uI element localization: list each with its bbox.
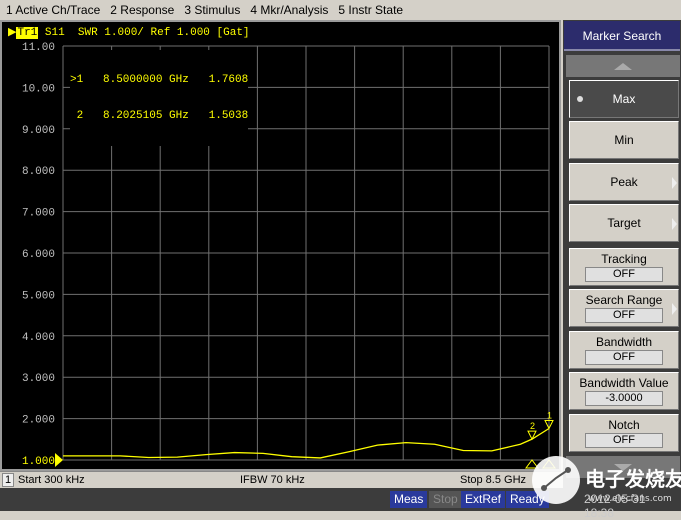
stop-frequency: Stop 8.5 GHz	[460, 474, 527, 486]
marker-2-position-icon	[524, 459, 539, 469]
selected-dot-icon	[577, 96, 583, 102]
search-range-value: OFF	[585, 308, 663, 323]
trace-header: ▶Tr1 S11 SWR 1.000/ Ref 1.000 [Gat]	[8, 27, 250, 39]
marker-readout: >1 8.5000000 GHz 1.7608 2 8.2025105 GHz …	[70, 50, 249, 146]
bandwidth-value-label: Bandwidth Value	[579, 376, 669, 390]
y-tick-label: 8.000	[22, 166, 55, 178]
menu-mkr-analysis[interactable]: 4 Mkr/Analysis	[250, 3, 328, 17]
scroll-up-button[interactable]	[566, 55, 680, 77]
target-button[interactable]: Target	[569, 204, 679, 242]
reference-level-marker-icon	[55, 453, 63, 467]
stop-indicator: Stop	[429, 491, 462, 508]
search-range-button[interactable]: Search Range OFF	[569, 289, 679, 327]
marker-1-position-icon	[542, 459, 556, 469]
y-tick-label: 2.000	[22, 415, 55, 427]
softkey-panel: Marker Search Max Min Peak Target Tracki…	[563, 20, 681, 488]
y-tick-label: 3.000	[22, 373, 55, 385]
scroll-down-button[interactable]	[566, 456, 680, 478]
y-tick-label: 6.000	[22, 249, 55, 261]
datetime: 2012-05-31 18:38	[580, 491, 681, 520]
bandwidth-label: Bandwidth	[595, 335, 653, 349]
measurement-display: 11.00 10.00 9.000 8.000 7.000 6.000 5.000 4.000…	[0, 20, 561, 471]
up-arrow-icon	[614, 62, 632, 70]
tracking-button[interactable]: Tracking OFF	[569, 248, 679, 286]
notch-label: Notch	[608, 418, 640, 432]
menu-stimulus[interactable]: 3 Stimulus	[184, 3, 240, 17]
y-tick-label: 11.00	[22, 42, 55, 54]
submenu-arrow-icon	[672, 218, 677, 230]
y-tick-label: 5.000	[22, 290, 55, 302]
tracking-value: OFF	[585, 267, 663, 282]
tracking-label: Tracking	[601, 252, 647, 266]
start-frequency: Start 300 kHz	[18, 474, 85, 486]
target-label: Target	[607, 216, 641, 230]
y-tick-label: 10.00	[22, 83, 55, 95]
menu-bar: 1 Active Ch/Trace 2 Response 3 Stimulus …	[0, 0, 681, 20]
instrument-status-bar: Meas Stop ExtRef Ready 2012-05-31 18:38	[0, 488, 681, 520]
peak-label: Peak	[610, 175, 638, 189]
peak-button[interactable]: Peak	[569, 163, 679, 201]
min-label: Min	[614, 133, 634, 147]
extref-indicator: ExtRef	[461, 491, 506, 508]
marker-2-label: 2	[530, 421, 535, 431]
down-arrow-icon	[614, 463, 632, 471]
marker-1-label: 1	[547, 411, 552, 421]
notch-button[interactable]: Notch OFF	[569, 414, 679, 452]
menu-response[interactable]: 2 Response	[110, 3, 174, 17]
bandwidth-button[interactable]: Bandwidth OFF	[569, 331, 679, 369]
bandwidth-value: OFF	[585, 350, 663, 365]
y-tick-label: 4.000	[22, 332, 55, 344]
y-tick-label: 1.000	[22, 456, 55, 468]
marker-1-readout: >1 8.5000000 GHz 1.7608	[70, 74, 249, 86]
menu-active-ch-trace[interactable]: 1 Active Ch/Trace	[6, 3, 100, 17]
max-button[interactable]: Max	[569, 80, 679, 118]
submenu-arrow-icon	[672, 303, 677, 315]
meas-indicator: Meas	[390, 491, 428, 508]
channel-status-line: 1 Start 300 kHz IFBW 70 kHz Stop 8.5 GHz	[0, 471, 561, 488]
marker-2-readout: 2 8.2025105 GHz 1.5038	[70, 110, 249, 122]
submenu-arrow-icon	[672, 177, 677, 189]
ready-indicator: Ready	[506, 491, 549, 508]
min-button[interactable]: Min	[569, 121, 679, 159]
bandwidth-value-field[interactable]: -3.0000	[585, 391, 663, 406]
trace-badge[interactable]: Tr1	[16, 27, 39, 39]
panel-title: Marker Search	[564, 21, 680, 51]
notch-value: OFF	[585, 433, 663, 448]
max-label: Max	[612, 92, 636, 106]
channel-number[interactable]: 1	[2, 473, 15, 487]
menu-instr-state[interactable]: 5 Instr State	[338, 3, 403, 17]
bandwidth-value-button[interactable]: Bandwidth Value -3.0000	[569, 372, 679, 410]
y-tick-label: 7.000	[22, 208, 55, 220]
ifbw: IFBW 70 kHz	[240, 474, 305, 486]
y-tick-label: 9.000	[22, 125, 55, 137]
search-range-label: Search Range	[585, 293, 663, 307]
trace-settings: S11 SWR 1.000/ Ref 1.000 [Gat]	[38, 27, 250, 39]
